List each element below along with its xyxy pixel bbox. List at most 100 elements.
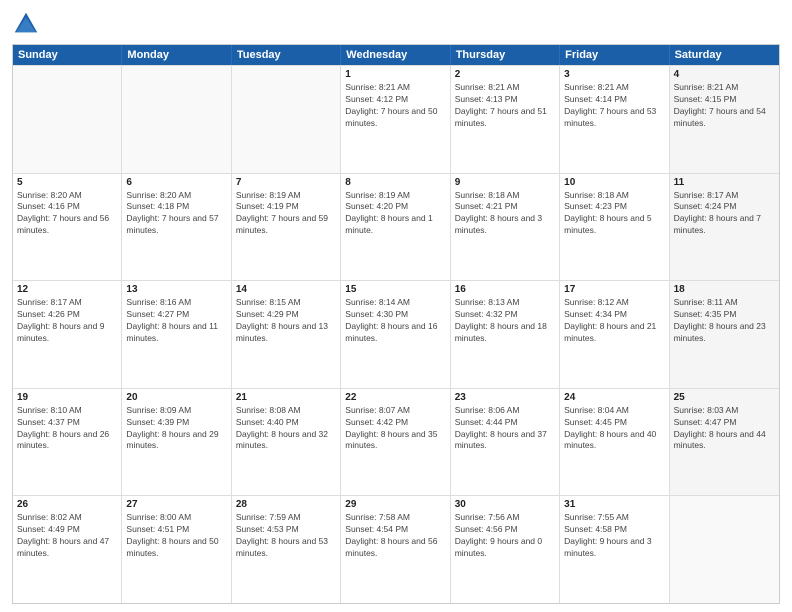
calendar-cell: 6Sunrise: 8:20 AMSunset: 4:18 PMDaylight…	[122, 174, 231, 281]
sunrise-text: Sunrise: 8:14 AM	[345, 297, 445, 309]
daylight-text: Daylight: 8 hours and 9 minutes.	[17, 321, 117, 345]
day-number: 28	[236, 499, 336, 510]
day-number: 24	[564, 392, 664, 403]
sunset-text: Sunset: 4:30 PM	[345, 309, 445, 321]
weekday-header: Wednesday	[341, 45, 450, 65]
calendar-cell: 1Sunrise: 8:21 AMSunset: 4:12 PMDaylight…	[341, 66, 450, 173]
sunrise-text: Sunrise: 7:59 AM	[236, 512, 336, 524]
sunset-text: Sunset: 4:56 PM	[455, 524, 555, 536]
sunset-text: Sunset: 4:37 PM	[17, 417, 117, 429]
sunset-text: Sunset: 4:45 PM	[564, 417, 664, 429]
sunrise-text: Sunrise: 8:07 AM	[345, 405, 445, 417]
calendar-cell	[232, 66, 341, 173]
daylight-text: Daylight: 7 hours and 59 minutes.	[236, 213, 336, 237]
sunrise-text: Sunrise: 8:20 AM	[17, 190, 117, 202]
day-number: 26	[17, 499, 117, 510]
sunrise-text: Sunrise: 8:15 AM	[236, 297, 336, 309]
calendar-cell: 31Sunrise: 7:55 AMSunset: 4:58 PMDayligh…	[560, 496, 669, 603]
weekday-header: Saturday	[670, 45, 779, 65]
daylight-text: Daylight: 9 hours and 0 minutes.	[455, 536, 555, 560]
page: SundayMondayTuesdayWednesdayThursdayFrid…	[0, 0, 792, 612]
calendar-cell: 22Sunrise: 8:07 AMSunset: 4:42 PMDayligh…	[341, 389, 450, 496]
sunrise-text: Sunrise: 8:18 AM	[455, 190, 555, 202]
daylight-text: Daylight: 8 hours and 16 minutes.	[345, 321, 445, 345]
day-number: 12	[17, 284, 117, 295]
calendar-cell: 29Sunrise: 7:58 AMSunset: 4:54 PMDayligh…	[341, 496, 450, 603]
sunrise-text: Sunrise: 8:19 AM	[345, 190, 445, 202]
day-number: 25	[674, 392, 775, 403]
sunrise-text: Sunrise: 8:21 AM	[455, 82, 555, 94]
sunset-text: Sunset: 4:39 PM	[126, 417, 226, 429]
sunrise-text: Sunrise: 8:06 AM	[455, 405, 555, 417]
sunrise-text: Sunrise: 8:11 AM	[674, 297, 775, 309]
calendar-cell: 7Sunrise: 8:19 AMSunset: 4:19 PMDaylight…	[232, 174, 341, 281]
sunrise-text: Sunrise: 8:10 AM	[17, 405, 117, 417]
calendar-cell: 8Sunrise: 8:19 AMSunset: 4:20 PMDaylight…	[341, 174, 450, 281]
calendar-cell: 17Sunrise: 8:12 AMSunset: 4:34 PMDayligh…	[560, 281, 669, 388]
day-number: 6	[126, 177, 226, 188]
sunset-text: Sunset: 4:35 PM	[674, 309, 775, 321]
calendar-cell	[670, 496, 779, 603]
calendar-cell: 13Sunrise: 8:16 AMSunset: 4:27 PMDayligh…	[122, 281, 231, 388]
calendar-header: SundayMondayTuesdayWednesdayThursdayFrid…	[13, 45, 779, 65]
calendar-cell: 12Sunrise: 8:17 AMSunset: 4:26 PMDayligh…	[13, 281, 122, 388]
daylight-text: Daylight: 8 hours and 13 minutes.	[236, 321, 336, 345]
sunset-text: Sunset: 4:49 PM	[17, 524, 117, 536]
sunset-text: Sunset: 4:19 PM	[236, 201, 336, 213]
day-number: 29	[345, 499, 445, 510]
day-number: 22	[345, 392, 445, 403]
calendar-cell: 27Sunrise: 8:00 AMSunset: 4:51 PMDayligh…	[122, 496, 231, 603]
header	[12, 10, 780, 38]
sunset-text: Sunset: 4:15 PM	[674, 94, 775, 106]
weekday-header: Friday	[560, 45, 669, 65]
sunrise-text: Sunrise: 8:18 AM	[564, 190, 664, 202]
daylight-text: Daylight: 8 hours and 1 minute.	[345, 213, 445, 237]
calendar-cell: 15Sunrise: 8:14 AMSunset: 4:30 PMDayligh…	[341, 281, 450, 388]
calendar-cell: 16Sunrise: 8:13 AMSunset: 4:32 PMDayligh…	[451, 281, 560, 388]
daylight-text: Daylight: 8 hours and 37 minutes.	[455, 429, 555, 453]
day-number: 17	[564, 284, 664, 295]
weekday-header: Sunday	[13, 45, 122, 65]
daylight-text: Daylight: 7 hours and 57 minutes.	[126, 213, 226, 237]
sunrise-text: Sunrise: 8:09 AM	[126, 405, 226, 417]
daylight-text: Daylight: 7 hours and 51 minutes.	[455, 106, 555, 130]
day-number: 18	[674, 284, 775, 295]
sunset-text: Sunset: 4:34 PM	[564, 309, 664, 321]
daylight-text: Daylight: 8 hours and 32 minutes.	[236, 429, 336, 453]
sunrise-text: Sunrise: 8:03 AM	[674, 405, 775, 417]
sunset-text: Sunset: 4:18 PM	[126, 201, 226, 213]
day-number: 7	[236, 177, 336, 188]
sunrise-text: Sunrise: 7:56 AM	[455, 512, 555, 524]
day-number: 19	[17, 392, 117, 403]
weekday-header: Monday	[122, 45, 231, 65]
calendar-row: 19 Sunrise: 8:10 AMSunset: 4:37 PM Dayligh…	[13, 388, 779, 496]
sunrise-text: Sunrise: 8:00 AM	[126, 512, 226, 524]
sunrise-text: Sunrise: 8:08 AM	[236, 405, 336, 417]
daylight-text: Daylight: 8 hours and 35 minutes.	[345, 429, 445, 453]
weekday-header: Thursday	[451, 45, 560, 65]
sunrise-text: Sunrise: 8:02 AM	[17, 512, 117, 524]
day-number: 5	[17, 177, 117, 188]
calendar-cell: 9Sunrise: 8:18 AMSunset: 4:21 PMDaylight…	[451, 174, 560, 281]
sunset-text: Sunset: 4:47 PM	[674, 417, 775, 429]
daylight-text: Daylight: 7 hours and 54 minutes.	[674, 106, 775, 130]
calendar-row: 5Sunrise: 8:20 AMSunset: 4:16 PMDaylight…	[13, 173, 779, 281]
sunrise-text: Sunrise: 7:58 AM	[345, 512, 445, 524]
calendar-cell	[13, 66, 122, 173]
sunrise-text: Sunrise: 8:21 AM	[564, 82, 664, 94]
day-number: 13	[126, 284, 226, 295]
day-number: 14	[236, 284, 336, 295]
sunset-text: Sunset: 4:26 PM	[17, 309, 117, 321]
sunrise-text: Sunrise: 8:21 AM	[674, 82, 775, 94]
calendar-cell: 21Sunrise: 8:08 AMSunset: 4:40 PMDayligh…	[232, 389, 341, 496]
day-number: 11	[674, 177, 775, 188]
logo-icon	[12, 10, 40, 38]
daylight-text: Daylight: 8 hours and 29 minutes.	[126, 429, 226, 453]
day-number: 1	[345, 69, 445, 80]
calendar-cell: 28Sunrise: 7:59 AMSunset: 4:53 PMDayligh…	[232, 496, 341, 603]
daylight-text: Daylight: 8 hours and 18 minutes.	[455, 321, 555, 345]
calendar-cell: 11Sunrise: 8:17 AMSunset: 4:24 PMDayligh…	[670, 174, 779, 281]
sunset-text: Sunset: 4:13 PM	[455, 94, 555, 106]
calendar-cell: 2Sunrise: 8:21 AMSunset: 4:13 PMDaylight…	[451, 66, 560, 173]
calendar-cell: 14Sunrise: 8:15 AMSunset: 4:29 PMDayligh…	[232, 281, 341, 388]
